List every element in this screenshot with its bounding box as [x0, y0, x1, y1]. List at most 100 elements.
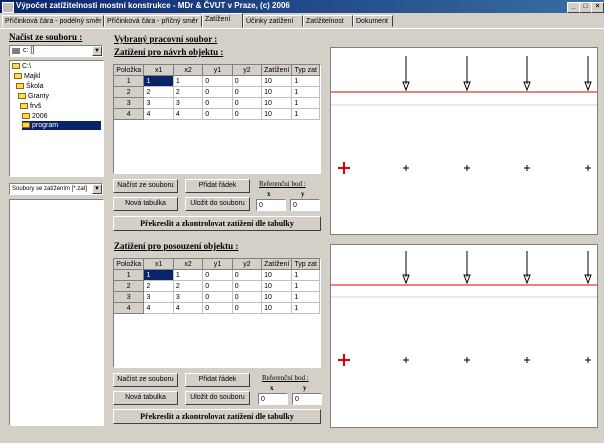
table-cell[interactable]: 0 [232, 280, 263, 292]
tree-item[interactable]: C:\ [12, 62, 31, 71]
table-cell[interactable]: 1 [291, 291, 320, 303]
tree-item[interactable]: Granty [18, 92, 49, 101]
column-header[interactable]: Zatížení [261, 65, 293, 76]
table-cell[interactable]: 1 [291, 86, 320, 98]
tab-longitudinal[interactable]: Příčinková čára - podélný směr [2, 15, 104, 27]
redraw-check-button[interactable]: Překreslit a zkontrolovat zatížení dle t… [113, 409, 321, 424]
file-filter-select[interactable]: Soubory se zatížením [*.zat] ▼ [9, 183, 103, 195]
tree-item-selected[interactable]: program [22, 121, 101, 130]
chevron-down-icon[interactable]: ▼ [92, 184, 102, 194]
table-cell[interactable]: 1 [291, 302, 320, 314]
column-header[interactable]: Položka [114, 65, 145, 76]
table-cell[interactable]: 10 [261, 280, 293, 292]
row-header[interactable]: 4 [114, 302, 145, 314]
table-cell[interactable]: 0 [202, 269, 233, 281]
table-cell[interactable]: 0 [232, 291, 263, 303]
table-cell[interactable]: 0 [202, 75, 233, 87]
table-cell[interactable]: 10 [261, 97, 293, 109]
tree-item[interactable]: frvš [20, 102, 41, 111]
table-cell[interactable]: 2 [143, 86, 174, 98]
ref-y-input[interactable] [292, 393, 322, 405]
table-cell[interactable]: 0 [202, 280, 233, 292]
table-cell[interactable]: 0 [232, 302, 263, 314]
column-header[interactable]: x1 [143, 65, 174, 76]
row-header[interactable]: 2 [114, 280, 145, 292]
table-cell[interactable]: 0 [232, 75, 263, 87]
table-cell[interactable]: 0 [202, 97, 233, 109]
tab-loads[interactable]: Zatížení [202, 13, 243, 28]
table-cell[interactable]: 1 [291, 75, 320, 87]
table-cell[interactable]: 0 [232, 108, 263, 120]
table-row[interactable]: 4 4 4 0 0 10 1 [114, 302, 320, 314]
table-cell[interactable]: 1 [143, 75, 174, 87]
table-cell[interactable]: 1 [291, 108, 320, 120]
table-cell[interactable]: 4 [143, 302, 174, 314]
chevron-down-icon[interactable]: ▼ [92, 46, 102, 56]
new-table-button[interactable]: Nová tabulka [113, 197, 178, 211]
save-to-file-button[interactable]: Uložit do souboru [185, 391, 250, 405]
tab-document[interactable]: Dokument [353, 15, 393, 27]
table-row[interactable]: 2 2 2 0 0 10 1 [114, 280, 320, 292]
tree-item[interactable]: Majkl [14, 72, 40, 81]
tree-item[interactable]: Škola [16, 82, 44, 91]
column-header[interactable]: Typ zat [291, 259, 320, 270]
table-cell[interactable]: 0 [202, 108, 233, 120]
row-header[interactable]: 1 [114, 269, 145, 281]
table-cell[interactable]: 0 [202, 291, 233, 303]
load-from-file-button[interactable]: Načíst ze souboru [113, 179, 178, 193]
table-cell[interactable]: 3 [173, 291, 204, 303]
load-from-file-button[interactable]: Načíst ze souboru [113, 373, 178, 387]
table-cell[interactable]: 1 [291, 269, 320, 281]
column-header[interactable]: x2 [173, 65, 204, 76]
tab-load-effects[interactable]: Účinky zatížení [243, 15, 303, 27]
add-row-button[interactable]: Přidat řádek [185, 179, 250, 193]
table-row[interactable]: 2 2 2 0 0 10 1 [114, 86, 320, 98]
file-list[interactable] [9, 199, 104, 426]
row-header[interactable]: 1 [114, 75, 145, 87]
table-cell[interactable]: 1 [143, 269, 174, 281]
tree-item[interactable]: 2006 [22, 112, 48, 121]
ref-x-input[interactable] [256, 199, 286, 211]
table-cell[interactable]: 3 [173, 97, 204, 109]
drive-select[interactable]: c: [] ▼ [9, 45, 103, 57]
save-to-file-button[interactable]: Uložit do souboru [185, 197, 250, 211]
table-cell[interactable]: 4 [173, 108, 204, 120]
table-cell[interactable]: 1 [173, 269, 204, 281]
column-header[interactable]: Typ zat [291, 65, 320, 76]
table-cell[interactable]: 4 [173, 302, 204, 314]
title-bar[interactable]: Výpočet zatížitelnosti mostní konstrukce… [0, 0, 604, 13]
table-cell[interactable]: 3 [143, 97, 174, 109]
close-button[interactable]: × [591, 2, 604, 13]
table-cell[interactable]: 10 [261, 75, 293, 87]
table-row[interactable]: 3 3 3 0 0 10 1 [114, 291, 320, 303]
table-row[interactable]: 1 1 1 0 0 10 1 [114, 269, 320, 281]
table-row[interactable]: 3 3 3 0 0 10 1 [114, 97, 320, 109]
column-header[interactable]: y2 [232, 65, 263, 76]
table-cell[interactable]: 10 [261, 302, 293, 314]
row-header[interactable]: 2 [114, 86, 145, 98]
column-header[interactable]: x1 [143, 259, 174, 270]
table-cell[interactable]: 0 [232, 86, 263, 98]
column-header[interactable]: Položka [114, 259, 145, 270]
ref-x-input[interactable] [258, 393, 288, 405]
column-header[interactable]: Zatížení [261, 259, 293, 270]
table-cell[interactable]: 1 [291, 97, 320, 109]
table-cell[interactable]: 0 [232, 97, 263, 109]
table-cell[interactable]: 0 [232, 269, 263, 281]
table-cell[interactable]: 2 [173, 280, 204, 292]
table-cell[interactable]: 1 [291, 280, 320, 292]
ref-y-input[interactable] [290, 199, 320, 211]
column-header[interactable]: y2 [232, 259, 263, 270]
add-row-button[interactable]: Přidat řádek [185, 373, 250, 387]
table-cell[interactable]: 4 [143, 108, 174, 120]
table-cell[interactable]: 10 [261, 108, 293, 120]
column-header[interactable]: y1 [202, 65, 233, 76]
table-cell[interactable]: 0 [202, 86, 233, 98]
table-cell[interactable]: 10 [261, 269, 293, 281]
table-cell[interactable]: 1 [173, 75, 204, 87]
table-row[interactable]: 1 1 1 0 0 10 1 [114, 75, 320, 87]
table-cell[interactable]: 2 [143, 280, 174, 292]
table-cell[interactable]: 0 [202, 302, 233, 314]
load-grid[interactable]: Položka x1 x2 y1 y2 Zatížení Typ zat 1 1… [114, 65, 320, 120]
table-cell[interactable]: 10 [261, 291, 293, 303]
